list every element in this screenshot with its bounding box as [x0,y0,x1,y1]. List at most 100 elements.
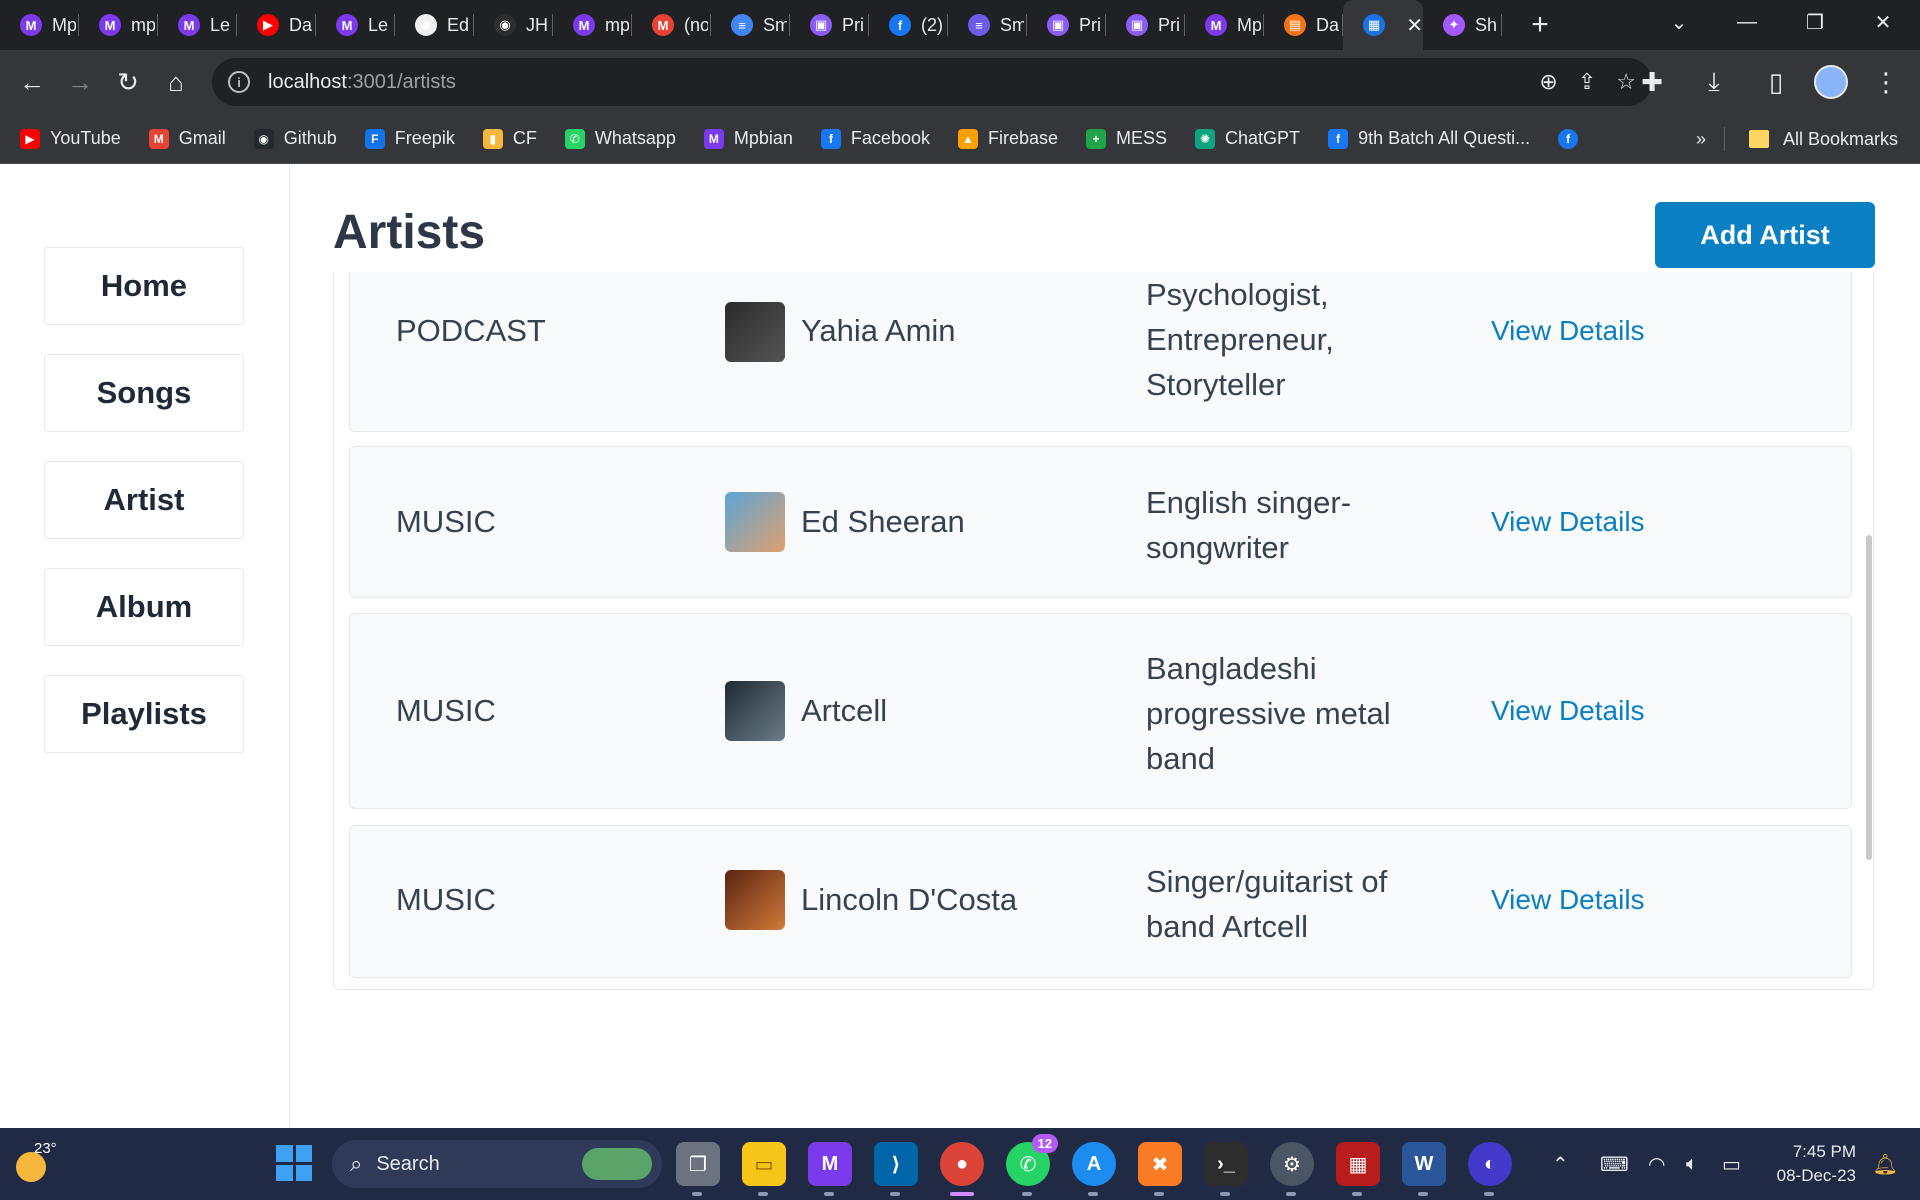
keyboard-icon[interactable]: ⌨ [1600,1128,1629,1200]
extensions-puzzle-icon[interactable]: ✚ [1628,58,1676,106]
tray-chevron-icon[interactable]: ⌃ [1552,1128,1569,1200]
new-tab-plus-icon[interactable]: + [1520,8,1560,42]
app-store-icon[interactable]: A [1072,1142,1116,1196]
address-bar[interactable]: i localhost:3001/artists ⊕ ⇪ ☆ [212,58,1652,106]
mpbian-app-icon[interactable]: M [808,1142,852,1196]
bookmark-item[interactable]: M Mpbian [703,128,793,149]
browser-tab[interactable]: ▣ Pri [1027,0,1106,50]
restore-button[interactable]: ❐ [1781,0,1849,44]
winrar-icon[interactable]: ▦ [1336,1142,1380,1196]
browser-tab[interactable]: ▤ Da [1264,0,1343,50]
browser-tab[interactable]: ▣ Pri [790,0,869,50]
windows-start-icon[interactable] [276,1145,312,1181]
view-details-link[interactable]: View Details [1491,695,1645,727]
task-view-icon[interactable]: ❐ [676,1142,720,1196]
folder-icon [1748,130,1769,148]
profile-avatar[interactable] [1814,65,1848,99]
facebook-bookmark-icon[interactable]: f [1558,128,1579,149]
bookmark-item[interactable]: ◉ Github [253,128,337,149]
artist-card: MUSIC Lincoln D'Costa Singer/guitarist of … [349,825,1852,978]
view-details-link[interactable]: View Details [1491,315,1645,347]
sidebar-item-album[interactable]: Album [44,568,244,646]
browser-tab[interactable]: M Le [316,0,395,50]
bookmark-label: ChatGPT [1225,128,1301,148]
browser-tab[interactable]: M Mpbian [0,0,79,50]
bookmark-item[interactable]: ▮ CF [482,128,537,149]
wifi-icon[interactable]: ◠ [1648,1128,1665,1200]
bookmark-item[interactable]: ✆ Whatsapp [564,128,676,149]
view-details-link[interactable]: View Details [1491,506,1645,538]
notification-bell-icon[interactable]: 🔔︎ [1873,1152,1898,1177]
home-icon[interactable]: ⌂ [152,58,200,106]
tab-close-icon[interactable]: ✕ [1406,13,1423,38]
tab-favicon-icon: M [573,14,595,36]
volume-icon[interactable]: 🔈︎ [1686,1128,1698,1200]
more-bookmarks-chevron[interactable]: » [1696,129,1706,150]
browser-tab[interactable]: M Le [158,0,237,50]
browser-tab[interactable]: ≡ Sm [711,0,790,50]
sidebar-item-artist[interactable]: Artist [44,461,244,539]
zoom-icon[interactable]: ⊕ [1539,69,1557,95]
file-explorer-icon[interactable]: ▭ [742,1142,786,1196]
word-icon[interactable]: W [1402,1142,1446,1196]
tab-search-chevron-icon[interactable]: ⌄ [1645,0,1713,44]
bookmark-icon-only[interactable]: f [1558,128,1588,149]
site-info-icon[interactable]: i [228,71,250,93]
close-window-button[interactable]: ✕ [1849,0,1917,44]
bookmark-item[interactable]: f 9th Batch All Questi... [1328,128,1530,149]
browser-tab[interactable]: M Mp [1185,0,1264,50]
browser-tab[interactable]: ✦ Sh [1423,0,1502,50]
system-clock[interactable]: 7:45 PM 08-Dec-23 [1777,1140,1856,1188]
browser-tab[interactable]: M (no [632,0,711,50]
scrollbar-thumb[interactable] [1866,535,1872,860]
bookmarks-bar: ▶ YouTube M Gmail ◉ Github F Freepik ▮ CF ✆ Whatsap… [0,114,1920,164]
bookmark-item[interactable]: ▲ Firebase [957,128,1058,149]
whatsapp-icon[interactable]: ✆ 12 [1006,1134,1058,1196]
tab-favicon-icon: M [336,14,358,36]
tab-favicon-icon: ▣ [1047,14,1069,36]
browser-tab[interactable]: Mmpbian [79,0,158,50]
browser-tab[interactable]: ◉ JH [474,0,553,50]
view-details-link[interactable]: View Details [1491,884,1645,916]
bookmark-item[interactable]: ✺ ChatGPT [1195,128,1300,149]
eclipse-icon[interactable]: ◐ [1468,1142,1512,1196]
battery-icon[interactable]: ▭ [1722,1128,1741,1200]
browser-tab[interactable]: ≡ Sm [948,0,1027,50]
artist-name: Yahia Amin [801,313,956,348]
minimize-button[interactable]: — [1713,0,1781,44]
bookmark-item[interactable]: F Freepik [364,128,455,149]
sidebar-item-home[interactable]: Home [44,247,244,325]
bookmark-item[interactable]: ▶ YouTube [20,128,121,149]
side-panel-icon[interactable]: ▯ [1752,58,1800,106]
weather-widget[interactable]: 23° [10,1138,60,1188]
sidebar-item-playlists[interactable]: Playlists [44,675,244,753]
browser-tab[interactable]: ▶ Da [237,0,316,50]
back-arrow-icon[interactable]: ← [8,58,56,106]
bookmark-favicon-icon: f [1328,128,1349,149]
browser-tab-active[interactable]: ▦ ✕ [1343,0,1423,50]
url-text[interactable]: localhost:3001/artists [268,71,456,94]
browser-tab[interactable]: ◉ Ed [395,0,474,50]
kebab-menu-icon[interactable]: ⋮ [1862,58,1910,106]
browser-tab[interactable]: Mmp [553,0,632,50]
bookmark-item[interactable]: M Gmail [148,128,226,149]
all-bookmarks-button[interactable]: All Bookmarks [1783,129,1898,150]
taskbar-search[interactable]: ⌕ Search [332,1140,662,1188]
download-icon[interactable]: ⤓ [1690,58,1738,106]
bookmark-item[interactable]: + MESS [1086,128,1167,149]
settings-gear-icon[interactable]: ⚙ [1270,1142,1314,1196]
browser-tab[interactable]: f (2) [869,0,948,50]
browser-tab[interactable]: ▣ Pri [1106,0,1185,50]
chrome-icon[interactable]: ● [940,1142,984,1196]
sidebar-item-songs[interactable]: Songs [44,354,244,432]
add-artist-button[interactable]: Add Artist [1655,202,1875,268]
vscode-icon[interactable]: ⟩ [874,1142,918,1196]
artist-description: Singer/guitarist of band Artcell [1146,864,1388,944]
bookmark-item[interactable]: f Facebook [820,128,930,149]
forward-arrow-icon[interactable]: → [56,58,104,106]
reload-icon[interactable]: ↻ [104,58,152,106]
bookmark-favicon-icon: M [148,128,169,149]
share-icon[interactable]: ⇪ [1578,69,1596,95]
xampp-icon[interactable]: ✖ [1138,1142,1182,1196]
terminal-icon[interactable]: ›_ [1204,1142,1248,1196]
